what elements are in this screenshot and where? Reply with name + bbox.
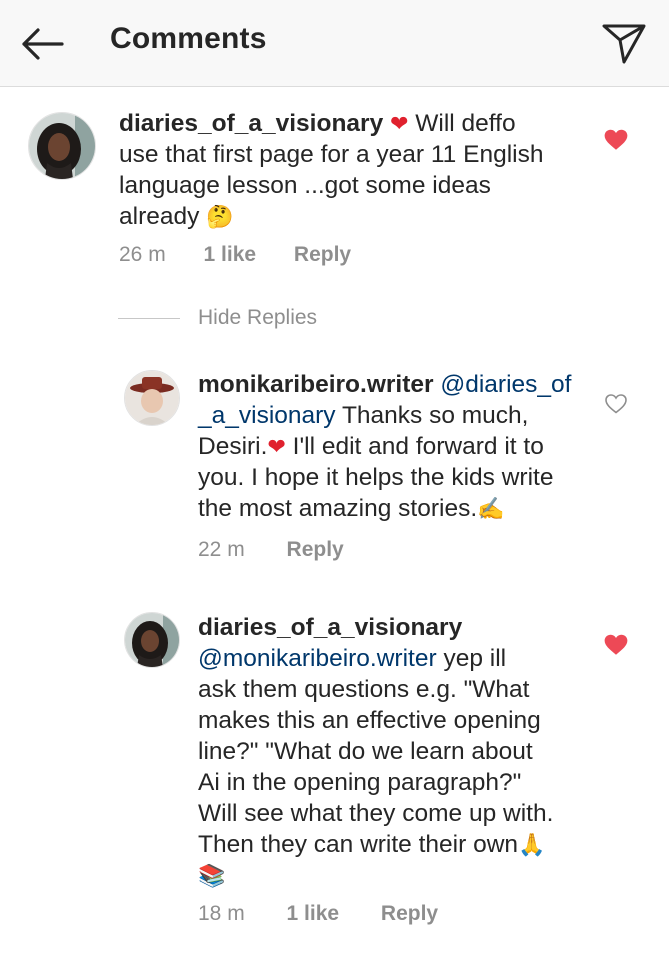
books-emoji-icon: 📚 — [198, 863, 226, 888]
liked-heart-icon[interactable] — [603, 632, 629, 658]
writing-hand-emoji-icon: ✍ — [477, 496, 505, 521]
direct-send-icon[interactable] — [600, 18, 648, 66]
mention-link[interactable]: @monikaribeiro.writer — [198, 645, 437, 672]
page-title: Comments — [110, 22, 267, 55]
comment-time: 22 m — [198, 538, 245, 561]
thinking-face-emoji-icon: 🤔 — [206, 204, 234, 229]
mention-link[interactable]: @diaries_of — [440, 371, 571, 398]
header-bar: Comments — [0, 0, 669, 87]
comment-time: 18 m — [198, 902, 245, 925]
comment-username[interactable]: diaries_of_a_visionary — [119, 110, 383, 137]
comment-username[interactable]: monikaribeiro.writer — [198, 371, 434, 398]
profile-photo — [125, 371, 179, 425]
heart-outline-icon[interactable] — [604, 392, 628, 416]
comment-time: 26 m — [119, 243, 166, 266]
likes-count[interactable]: 1 like — [287, 902, 340, 925]
liked-heart-icon[interactable] — [603, 127, 629, 153]
comment-meta: 18 m 1 like Reply — [198, 902, 438, 926]
comment-text: diaries_of_a_visionary @monikaribeiro.wr… — [198, 614, 554, 888]
reply-button[interactable]: Reply — [287, 538, 344, 561]
profile-photo — [29, 113, 95, 179]
comment-username[interactable]: diaries_of_a_visionary — [198, 614, 462, 641]
comment-text: monikaribeiro.writer @diaries_of _a_visi… — [198, 371, 572, 522]
avatar[interactable] — [124, 370, 180, 426]
divider-line — [118, 318, 180, 319]
comment-meta: 26 m 1 like Reply — [119, 243, 351, 267]
profile-photo — [125, 613, 179, 667]
red-heart-emoji-icon: ❤ — [267, 434, 286, 459]
folded-hands-emoji-icon: 🙏 — [518, 832, 546, 857]
mention-link[interactable]: _a_visionary — [198, 402, 336, 429]
hide-replies-button[interactable]: Hide Replies — [198, 306, 317, 330]
back-arrow-icon[interactable] — [18, 24, 66, 64]
reply-button[interactable]: Reply — [294, 243, 351, 266]
reply-button[interactable]: Reply — [381, 902, 438, 925]
likes-count[interactable]: 1 like — [204, 243, 257, 266]
comment-meta: 22 m Reply — [198, 538, 344, 562]
comment-text: diaries_of_a_visionary ❤ Will deffo use … — [119, 110, 544, 230]
avatar[interactable] — [28, 112, 96, 180]
avatar[interactable] — [124, 612, 180, 668]
red-heart-emoji-icon: ❤ — [390, 111, 409, 136]
